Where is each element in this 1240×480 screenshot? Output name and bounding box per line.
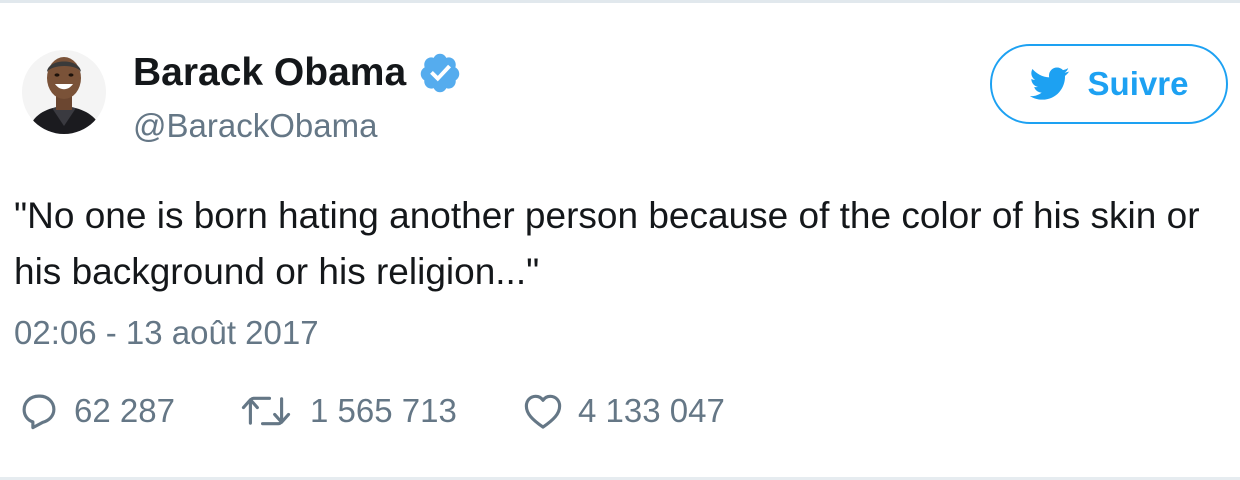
retweet-icon	[241, 396, 291, 426]
like-button[interactable]: 4 133 047	[522, 390, 725, 432]
tweet-text: "No one is born hating another person be…	[14, 195, 1200, 292]
avatar[interactable]	[22, 46, 106, 138]
follow-button[interactable]: Suivre	[990, 44, 1228, 124]
avatar-photo	[22, 50, 106, 134]
verified-badge-icon	[420, 53, 460, 93]
user-handle[interactable]: @BarackObama	[133, 106, 377, 146]
tweet-actions: 62 287 1 565 713 4 133 047	[18, 388, 725, 434]
twitter-bird-icon	[1029, 67, 1069, 100]
tweet-timestamp[interactable]: 02:06 - 13 août 2017	[14, 313, 319, 353]
reply-icon	[22, 394, 56, 430]
user-name[interactable]: Barack Obama	[133, 50, 406, 96]
retweet-button[interactable]: 1 565 713	[240, 390, 522, 432]
top-divider	[0, 0, 1240, 3]
heart-icon	[524, 394, 562, 429]
follow-button-label: Suivre	[1087, 65, 1189, 102]
retweet-count: 1 565 713	[310, 392, 457, 429]
like-count: 4 133 047	[578, 392, 725, 429]
reply-count: 62 287	[74, 392, 175, 429]
reply-button[interactable]: 62 287	[18, 390, 240, 432]
user-name-row[interactable]: Barack Obama	[133, 50, 462, 96]
